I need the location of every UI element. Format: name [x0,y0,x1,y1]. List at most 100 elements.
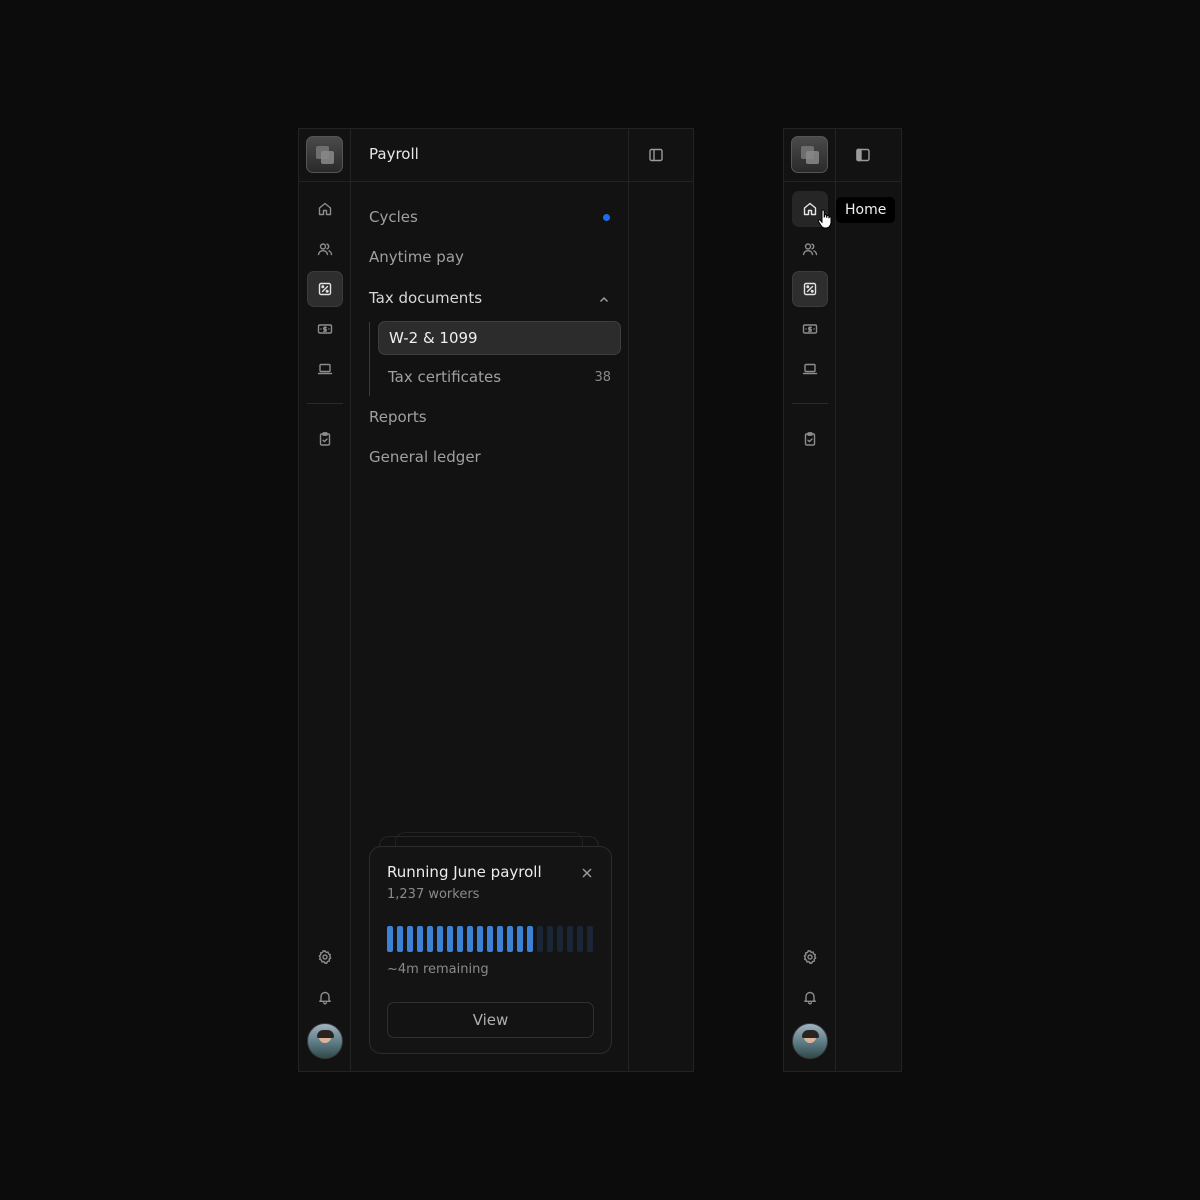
users-icon [317,243,333,256]
toggle-column [836,129,901,1071]
subnav-item-w2-1099[interactable]: W-2 & 1099 [378,321,621,355]
progress-segment-empty [587,926,593,952]
clipboard-check-icon [319,432,331,446]
progress-segment-filled [477,926,483,952]
subnav-item-label: W-2 & 1099 [389,329,478,347]
divider [307,403,343,404]
progress-bar [387,926,595,952]
percent-document-icon [318,282,332,296]
view-button[interactable]: View [387,1002,594,1038]
app-logo[interactable] [306,136,343,173]
progress-segment-filled [487,926,493,952]
nav-payroll[interactable] [792,271,828,307]
nav-item-reports[interactable]: Reports [369,406,610,428]
progress-segment-filled [447,926,453,952]
toggle-column [629,129,693,1071]
sidebar-toggle-button[interactable] [648,147,664,163]
nav-tasks[interactable] [307,421,343,457]
divider [836,181,901,182]
nav-item-label: Anytime pay [369,248,464,266]
card-subtitle: 1,237 workers [387,887,480,902]
nav-item-label: Tax documents [369,289,483,307]
sidebar-toggle-button[interactable] [855,147,871,163]
nav-item-tax-documents[interactable]: Tax documents [369,287,610,309]
clipboard-check-icon [804,432,816,446]
nav-devices[interactable] [307,351,343,387]
nav-item-label: General ledger [369,448,481,466]
avatar[interactable] [792,1023,828,1059]
tooltip-home: Home [836,197,896,223]
progress-segment-filled [387,926,393,952]
gear-icon [803,950,817,964]
progress-segment-filled [407,926,413,952]
nav-people[interactable] [792,231,828,267]
progress-segment-empty [557,926,563,952]
notification-dot [603,213,610,221]
progress-segment-filled [437,926,443,952]
nav-item-anytime-pay[interactable]: Anytime pay [369,246,610,268]
progress-segment-filled [497,926,503,952]
nav-tasks[interactable] [792,421,828,457]
nav-settings[interactable] [307,939,343,975]
nav-notifications[interactable] [792,979,828,1015]
collapsed-sidebar: Home [783,128,902,1072]
laptop-icon [317,363,333,375]
avatar[interactable] [307,1023,343,1059]
nav-home[interactable] [307,191,343,227]
nav-payments[interactable] [307,311,343,347]
sidebar-expand-icon [856,148,870,162]
nav-item-cycles[interactable]: Cycles [369,206,610,228]
nav-payments[interactable] [792,311,828,347]
icon-rail [299,129,351,1071]
icon-rail [784,129,836,1071]
nav-settings[interactable] [792,939,828,975]
payroll-progress-card: Running June payroll 1,237 workers ~4m r… [369,846,612,1054]
nav-payroll[interactable] [307,271,343,307]
gear-icon [318,950,332,964]
card-title: Running June payroll [387,863,542,881]
progress-segment-filled [457,926,463,952]
expanded-sidebar: Payroll Cycles Anytime pay Tax documents… [298,128,694,1072]
divider [784,181,835,182]
subnav-item-label: Tax certificates [388,368,502,386]
count-badge: 38 [594,369,611,385]
laptop-icon [802,363,818,375]
nav-devices[interactable] [792,351,828,387]
nav-notifications[interactable] [307,979,343,1015]
subnav-guide-line [369,322,370,396]
nav-item-general-ledger[interactable]: General ledger [369,446,610,468]
banknote-icon [802,324,818,334]
progress-segment-empty [547,926,553,952]
progress-segment-empty [537,926,543,952]
close-icon[interactable] [580,865,594,879]
divider [629,181,693,182]
progress-segment-empty [577,926,583,952]
app-logo[interactable] [791,136,828,173]
banknote-icon [317,324,333,334]
divider [351,181,628,182]
payroll-panel: Payroll Cycles Anytime pay Tax documents… [351,129,629,1071]
bell-icon [319,991,331,1005]
divider [792,403,828,404]
users-icon [802,243,818,256]
nav-item-label: Reports [369,408,427,426]
sidebar-collapse-icon [649,148,663,162]
divider [299,181,350,182]
chevron-up-icon[interactable] [598,292,610,304]
page-title: Payroll [369,145,419,163]
progress-segment-filled [527,926,533,952]
hand-cursor-icon [817,209,832,229]
progress-segment-filled [417,926,423,952]
progress-segment-filled [517,926,523,952]
subnav-item-tax-certificates[interactable]: Tax certificates 38 [378,360,621,394]
home-icon [803,202,817,216]
progress-segment-empty [567,926,573,952]
time-remaining: ~4m remaining [387,962,489,977]
progress-segment-filled [427,926,433,952]
progress-segment-filled [507,926,513,952]
percent-document-icon [803,282,817,296]
progress-segment-filled [467,926,473,952]
progress-segment-filled [397,926,403,952]
nav-item-label: Cycles [369,208,418,226]
nav-people[interactable] [307,231,343,267]
